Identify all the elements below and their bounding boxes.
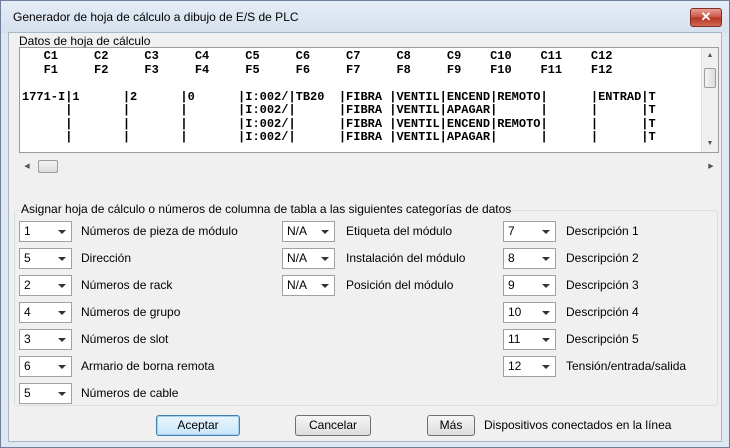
category-dropdown[interactable]: 11 [503, 329, 556, 350]
category-label: Números de rack [81, 278, 173, 292]
chevron-down-icon [321, 230, 329, 234]
spreadsheet-line: | | | |I:002/| |FIBRA |VENTIL|ENCEND|REM… [22, 116, 656, 131]
chevron-down-icon [58, 311, 66, 315]
chevron-down-icon [542, 284, 550, 288]
category-label: Descripción 3 [566, 278, 639, 292]
more-button[interactable]: Más [427, 415, 475, 436]
vertical-scroll-thumb[interactable] [704, 68, 716, 88]
dropdown-value: 8 [508, 251, 515, 265]
category-dropdown[interactable]: 9 [503, 275, 556, 296]
vertical-scrollbar[interactable]: ▲ ▼ [701, 48, 718, 152]
category-dropdown[interactable]: N/A [282, 275, 335, 296]
category-label: Etiqueta del módulo [346, 224, 453, 238]
category-label: Números de cable [81, 386, 179, 400]
category-label: Descripción 4 [566, 305, 639, 319]
accept-button[interactable]: Aceptar [156, 415, 240, 436]
spreadsheet-line: F1 F2 F3 F4 F5 F6 F7 F8 F9 F10 F11 F12 [22, 62, 613, 77]
category-label: Números de slot [81, 332, 169, 346]
category-dropdown[interactable]: 10 [503, 302, 556, 323]
chevron-down-icon [542, 230, 550, 234]
chevron-down-icon [58, 230, 66, 234]
more-button-label: Dispositivos conectados en la línea [484, 418, 672, 432]
horizontal-scroll-thumb[interactable] [38, 160, 58, 173]
dropdown-value: 3 [24, 332, 31, 346]
dropdown-value: 10 [508, 305, 522, 319]
chevron-down-icon [542, 338, 550, 342]
chevron-down-icon [58, 284, 66, 288]
category-dropdown[interactable]: 4 [19, 302, 72, 323]
scroll-left-icon[interactable]: ◀ [19, 158, 35, 175]
category-label: Tensión/entrada/salida [566, 359, 687, 373]
spreadsheet-label: Datos de hoja de cálculo [19, 34, 151, 48]
dialog-window: Generador de hoja de cálculo a dibujo de… [0, 0, 730, 448]
category-dropdown[interactable]: 8 [503, 248, 556, 269]
dropdown-value: 12 [508, 359, 522, 373]
chevron-down-icon [321, 257, 329, 261]
chevron-down-icon [542, 257, 550, 261]
close-button[interactable]: ✕ [690, 8, 722, 27]
category-dropdown[interactable]: 7 [503, 221, 556, 242]
chevron-down-icon [58, 257, 66, 261]
category-label: Números de pieza de módulo [81, 224, 238, 238]
category-dropdown[interactable]: 1 [19, 221, 72, 242]
chevron-down-icon [542, 311, 550, 315]
category-label: Posición del módulo [346, 278, 454, 292]
chevron-down-icon [542, 365, 550, 369]
cancel-button[interactable]: Cancelar [295, 415, 371, 436]
dropdown-value: N/A [287, 278, 308, 292]
dialog-client: Datos de hoja de cálculo C1 C2 C3 C4 C5 … [8, 32, 722, 442]
spreadsheet-text: C1 C2 C3 C4 C5 C6 C7 C8 C9 C10 C11 C12 F… [20, 48, 702, 152]
dropdown-value: 1 [24, 224, 31, 238]
category-label: Descripción 5 [566, 332, 639, 346]
chevron-down-icon [58, 392, 66, 396]
dropdown-value: 11 [508, 332, 521, 346]
dropdown-value: N/A [287, 224, 308, 238]
spreadsheet-line: | | | |I:002/| |FIBRA |VENTIL|APAGAR| | … [22, 103, 656, 117]
category-label: Armario de borna remota [81, 359, 215, 373]
scroll-right-icon[interactable]: ▶ [703, 158, 719, 175]
chevron-down-icon [321, 284, 329, 288]
category-label: Dirección [81, 251, 132, 265]
chevron-down-icon [58, 338, 66, 342]
title-bar[interactable]: Generador de hoja de cálculo a dibujo de… [1, 1, 729, 33]
spreadsheet-line: | | | |I:002/| |FIBRA |VENTIL|APAGAR| | … [22, 130, 656, 144]
spreadsheet-line [22, 77, 702, 91]
chevron-down-icon [58, 365, 66, 369]
dropdown-value: 6 [24, 359, 31, 373]
window-title: Generador de hoja de cálculo a dibujo de… [13, 10, 299, 24]
category-dropdown[interactable]: N/A [282, 248, 335, 269]
assign-group-title: Asignar hoja de cálculo o números de col… [19, 202, 514, 216]
dropdown-value: 4 [24, 305, 31, 319]
spreadsheet-line: 1771-I|1 |2 |0 |I:002/|TB20 |FIBRA |VENT… [22, 89, 656, 104]
category-dropdown[interactable]: 2 [19, 275, 72, 296]
dropdown-value: 7 [508, 224, 515, 238]
category-dropdown[interactable]: N/A [282, 221, 335, 242]
category-label: Instalación del módulo [346, 251, 466, 265]
horizontal-scrollbar[interactable]: ◀ ▶ [19, 158, 719, 175]
category-dropdown[interactable]: 12 [503, 356, 556, 377]
category-label: Números de grupo [81, 305, 181, 319]
category-label: Descripción 2 [566, 251, 639, 265]
scroll-up-icon[interactable]: ▲ [702, 48, 718, 64]
spreadsheet-grid[interactable]: C1 C2 C3 C4 C5 C6 C7 C8 C9 C10 C11 C12 F… [19, 47, 719, 153]
scroll-down-icon[interactable]: ▼ [702, 136, 718, 152]
category-dropdown[interactable]: 5 [19, 383, 72, 404]
category-dropdown[interactable]: 6 [19, 356, 72, 377]
dropdown-value: 2 [24, 278, 31, 292]
spreadsheet-line: C1 C2 C3 C4 C5 C6 C7 C8 C9 C10 C11 C12 [22, 49, 613, 63]
dropdown-value: N/A [287, 251, 308, 265]
category-dropdown[interactable]: 5 [19, 248, 72, 269]
category-dropdown[interactable]: 3 [19, 329, 72, 350]
category-label: Descripción 1 [566, 224, 639, 238]
dropdown-value: 9 [508, 278, 515, 292]
dropdown-value: 5 [24, 251, 31, 265]
dropdown-value: 5 [24, 386, 31, 400]
